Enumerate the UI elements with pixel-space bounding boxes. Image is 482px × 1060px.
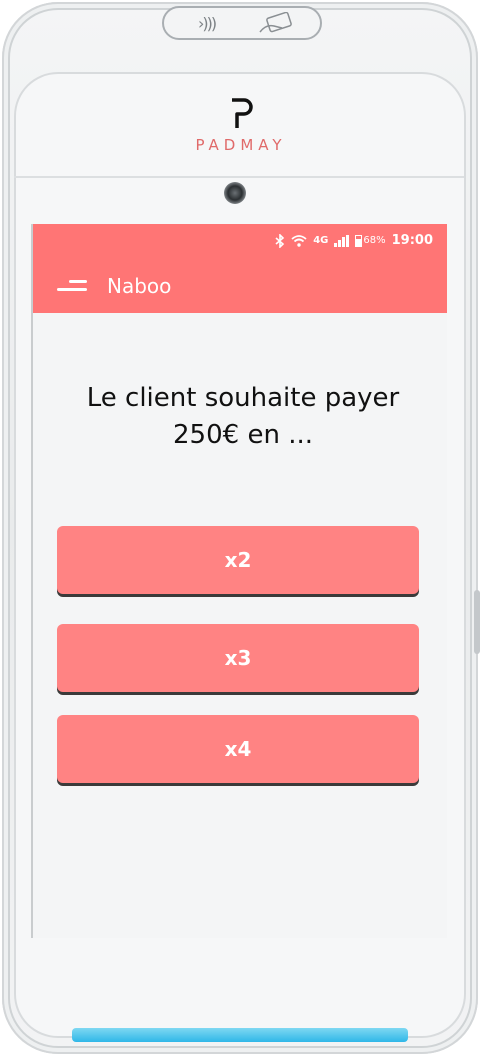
- status-icons: 4G 68% 19:00: [275, 233, 433, 248]
- padmay-logo-icon: [232, 98, 253, 128]
- wifi-icon: [291, 235, 307, 247]
- tap-card-icon: [259, 12, 292, 33]
- status-bar: 4G 68% 19:00: [33, 224, 447, 260]
- payment-question: Le client souhaite payer 250€ en ...: [53, 380, 433, 454]
- nfc-reader: ›))): [162, 6, 322, 40]
- nfc-led-bar: [72, 1028, 408, 1042]
- side-button[interactable]: [474, 590, 480, 654]
- bluetooth-icon: [275, 233, 285, 248]
- front-camera: [224, 182, 246, 204]
- battery-level: 68%: [363, 235, 386, 246]
- app-bar: Naboo: [33, 260, 447, 313]
- signal-icon: [334, 234, 350, 247]
- bezel-divider: [14, 176, 464, 178]
- brand-logo: PADMAY: [0, 96, 482, 154]
- brand-name: PADMAY: [195, 136, 287, 154]
- contactless-icon: ›))): [198, 14, 217, 33]
- status-time: 19:00: [391, 233, 433, 248]
- network-type: 4G: [313, 235, 329, 246]
- screen: 4G 68% 19:00 Naboo Le client souhaite pa…: [31, 224, 447, 938]
- question-line-2: 250€ en ...: [173, 420, 313, 450]
- installment-x2-button[interactable]: x2: [57, 526, 419, 594]
- installment-x4-button[interactable]: x4: [57, 715, 419, 783]
- installment-x3-button[interactable]: x3: [57, 624, 419, 692]
- hamburger-menu-icon[interactable]: [53, 278, 87, 296]
- app-title: Naboo: [107, 274, 172, 298]
- question-line-1: Le client souhaite payer: [86, 383, 400, 413]
- battery-icon: [355, 234, 363, 247]
